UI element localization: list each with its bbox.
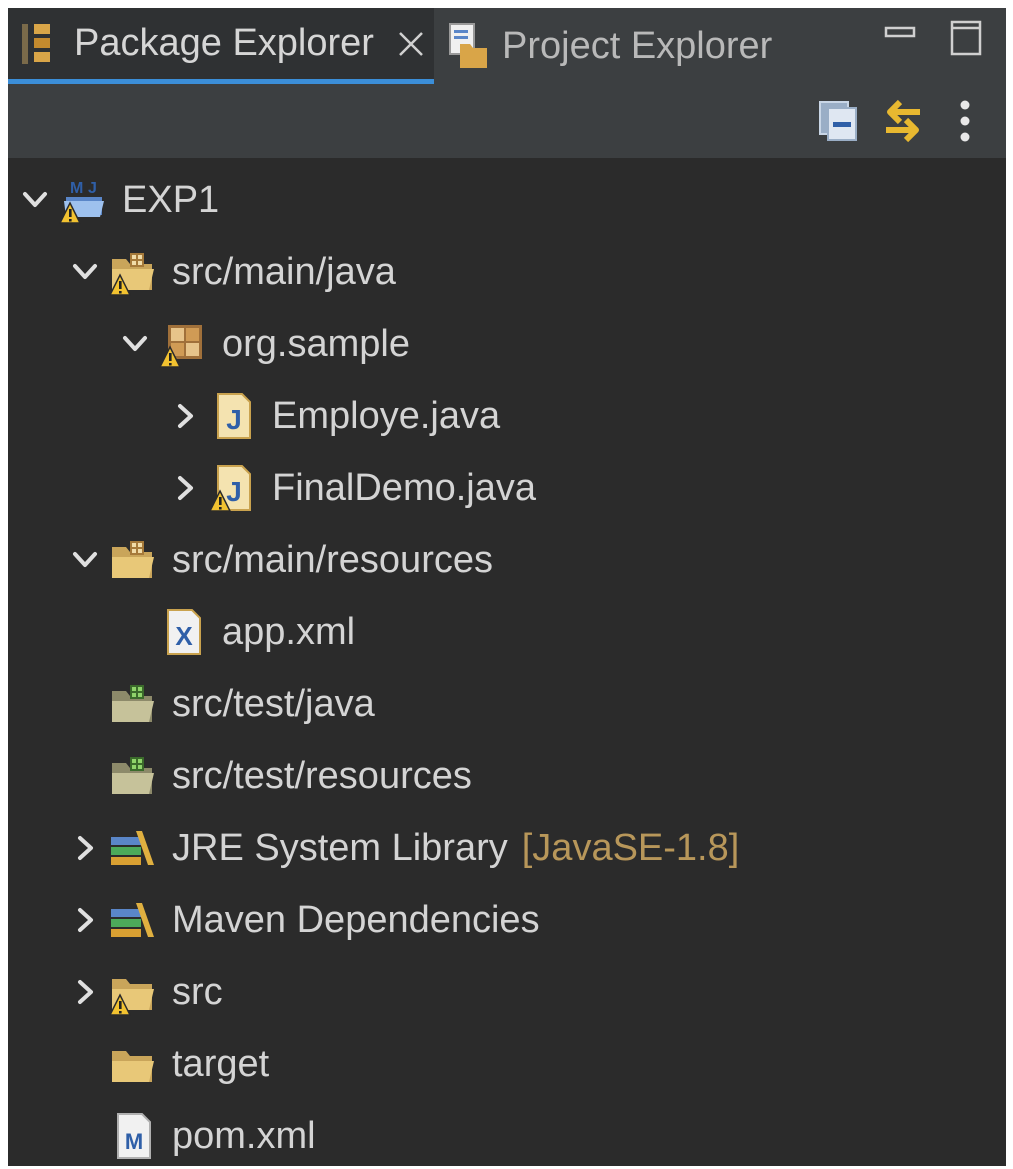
- tree-item-label: src/main/resources: [172, 538, 493, 581]
- chevron-down-icon[interactable]: [120, 329, 150, 359]
- collapse-all-icon[interactable]: [816, 98, 862, 144]
- tree-item-label: pom.xml: [172, 1114, 316, 1157]
- tree-item-src[interactable]: src: [70, 962, 223, 1022]
- tree-item-exp1[interactable]: M J EXP1: [20, 170, 219, 230]
- java-file-warning-icon: [208, 463, 258, 513]
- package-explorer-icon: [22, 23, 50, 64]
- source-folder-icon: [108, 535, 158, 585]
- folder-icon: [108, 1039, 158, 1089]
- tree-item-target[interactable]: target: [70, 1034, 269, 1094]
- package-icon: [158, 319, 208, 369]
- maximize-icon[interactable]: [944, 14, 988, 58]
- chevron-right-icon[interactable]: [170, 401, 200, 431]
- tree-item-src-main-java[interactable]: src/main/java: [70, 242, 396, 302]
- view-toolbar: [8, 84, 1006, 158]
- tree-item-label: src/test/resources: [172, 754, 472, 797]
- tab-project-explorer[interactable]: Project Explorer: [442, 8, 802, 84]
- chevron-right-icon[interactable]: [170, 473, 200, 503]
- chevron-down-icon[interactable]: [70, 545, 100, 575]
- project-explorer-icon: [449, 23, 487, 68]
- chevron-down-icon[interactable]: [20, 185, 50, 215]
- tree-item-src-main-resources[interactable]: src/main/resources: [70, 530, 493, 590]
- package-explorer-panel: Package Explorer Project Explorer M J EX…: [8, 8, 1006, 1166]
- tree-item-label: app.xml: [222, 610, 356, 653]
- tree-item-label: Maven Dependencies: [172, 898, 540, 941]
- library-icon: [108, 823, 158, 873]
- chevron-right-icon[interactable]: [70, 905, 100, 935]
- maven-project-icon: M J: [58, 180, 104, 225]
- tree-item-maven-dependencies[interactable]: Maven Dependencies: [70, 890, 540, 950]
- source-folder-icon: [108, 247, 158, 297]
- chevron-right-icon[interactable]: [70, 833, 100, 863]
- minimize-icon[interactable]: [878, 14, 922, 58]
- java-file-icon: [208, 391, 258, 441]
- test-folder-icon: [108, 679, 158, 729]
- tree-item-label: org.sample: [222, 322, 410, 365]
- svg-text:M: M: [70, 180, 83, 197]
- chevron-right-icon[interactable]: [70, 977, 100, 1007]
- link-with-editor-icon[interactable]: [880, 98, 926, 144]
- svg-text:J: J: [88, 180, 97, 197]
- chevron-down-icon[interactable]: [70, 257, 100, 287]
- tree-item-pom-xml[interactable]: pom.xml: [70, 1106, 316, 1166]
- tree-item-label: src: [172, 970, 223, 1013]
- tree-item-label: Employe.java: [272, 394, 501, 437]
- test-folder-icon: [108, 751, 158, 801]
- tab-label: Package Explorer: [74, 22, 374, 64]
- tree-item-label: FinalDemo.java: [272, 466, 536, 509]
- close-icon[interactable]: [396, 29, 426, 59]
- tree-item-label: src/test/java: [172, 682, 375, 725]
- tree-item-org-sample[interactable]: org.sample: [120, 314, 410, 374]
- tree-item-src-test-java[interactable]: src/test/java: [70, 674, 375, 734]
- tree-item-label: JRE System Library: [172, 826, 508, 869]
- maven-file-icon: [108, 1111, 158, 1161]
- folder-warning-icon: [108, 967, 158, 1017]
- tree-item-src-test-resources[interactable]: src/test/resources: [70, 746, 472, 806]
- view-tab-bar: Package Explorer Project Explorer: [8, 8, 1006, 84]
- tab-package-explorer[interactable]: Package Explorer: [8, 8, 434, 84]
- tree-item-app-xml[interactable]: app.xml: [120, 602, 355, 662]
- tree-item-label: src/main/java: [172, 250, 396, 293]
- library-icon: [108, 895, 158, 945]
- jre-version-decoration: [JavaSE-1.8]: [521, 826, 740, 869]
- tree-item-finaldemo-java[interactable]: FinalDemo.java: [170, 458, 536, 518]
- tab-label: Project Explorer: [502, 24, 773, 67]
- xml-file-icon: [158, 607, 208, 657]
- tree-item-label: EXP1: [122, 178, 220, 221]
- tree-item-employe-java[interactable]: Employe.java: [170, 386, 500, 446]
- tree-item-label: target: [172, 1042, 270, 1085]
- tree-item-jre-system-library[interactable]: JRE System Library [JavaSE-1.8]: [70, 818, 739, 878]
- view-menu-icon[interactable]: [950, 98, 980, 144]
